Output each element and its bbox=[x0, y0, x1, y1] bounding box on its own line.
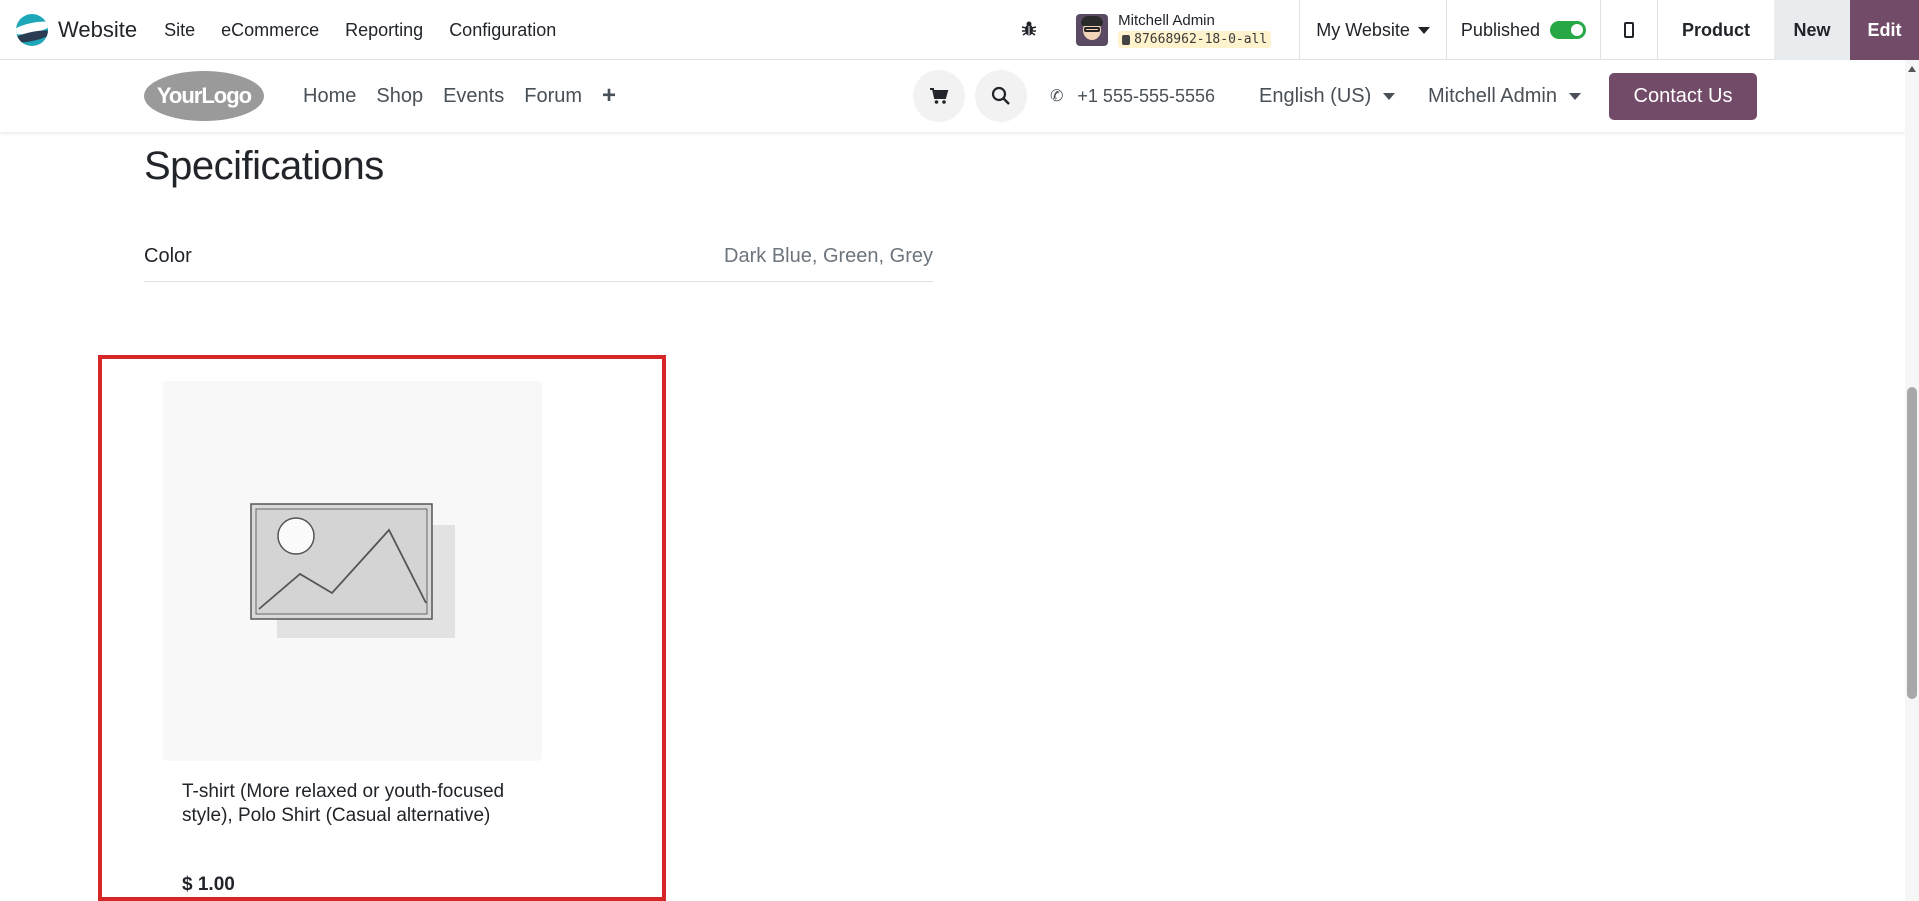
odoo-website-app-icon bbox=[16, 13, 48, 46]
account-dropdown[interactable]: Mitchell Admin bbox=[1428, 60, 1581, 132]
site-logo-text: YourLogo bbox=[156, 83, 252, 108]
phone-icon: ✆ bbox=[1050, 88, 1064, 105]
search-button[interactable] bbox=[975, 70, 1027, 122]
phone-link[interactable]: ✆ +1 555-555-5556 bbox=[1050, 60, 1215, 132]
language-selector[interactable]: English (US) bbox=[1259, 60, 1396, 132]
spec-row-color: Color Dark Blue, Green, Grey bbox=[144, 232, 933, 282]
product-image-placeholder[interactable] bbox=[163, 381, 542, 761]
product-name[interactable]: T-shirt (More relaxed or youth-focused s… bbox=[182, 780, 512, 828]
toggle-switch[interactable] bbox=[1549, 21, 1586, 39]
scroll-up-arrow-icon[interactable] bbox=[1908, 66, 1916, 72]
image-placeholder-icon bbox=[250, 503, 455, 638]
publish-toggle[interactable]: Published bbox=[1447, 20, 1600, 41]
edit-button[interactable]: Edit bbox=[1850, 0, 1919, 60]
admin-menu-ecommerce[interactable]: eCommerce bbox=[208, 0, 332, 60]
published-label: Published bbox=[1460, 19, 1540, 40]
language-label: English (US) bbox=[1259, 84, 1372, 107]
new-button[interactable]: New bbox=[1774, 0, 1850, 60]
nav-home[interactable]: Home bbox=[303, 85, 356, 108]
cart-button[interactable] bbox=[913, 70, 965, 122]
mobile-preview-icon[interactable] bbox=[1601, 0, 1657, 60]
spec-label: Color bbox=[144, 245, 192, 267]
spec-value: Dark Blue, Green, Grey bbox=[724, 245, 933, 267]
user-menu[interactable]: Mitchell Admin 87668962-18-0-all bbox=[1076, 12, 1272, 48]
website-switcher[interactable]: My Website bbox=[1300, 20, 1446, 41]
debug-bug-icon[interactable] bbox=[1019, 19, 1041, 41]
product-button[interactable]: Product bbox=[1658, 0, 1774, 60]
cart-icon bbox=[930, 88, 949, 104]
website-switcher-label: My Website bbox=[1316, 19, 1410, 40]
caret-down-icon bbox=[1568, 92, 1581, 100]
caret-down-icon bbox=[1417, 26, 1430, 34]
caret-down-icon bbox=[1383, 92, 1396, 100]
product-price: $ 1.00 bbox=[182, 874, 235, 895]
nav-events[interactable]: Events bbox=[443, 85, 504, 108]
phone-number: +1 555-555-5556 bbox=[1077, 85, 1216, 106]
app-name: Website bbox=[58, 16, 138, 42]
database-name: 87668962-18-0-all bbox=[1134, 32, 1268, 47]
avatar bbox=[1076, 14, 1109, 46]
database-icon bbox=[1122, 34, 1131, 45]
site-nav: Home Shop Events Forum + bbox=[293, 60, 616, 132]
add-menu-item-plus-icon[interactable]: + bbox=[602, 82, 616, 110]
admin-right-controls: Mitchell Admin 87668962-18-0-all My Webs… bbox=[1019, 0, 1919, 60]
user-name: Mitchell Admin bbox=[1118, 12, 1215, 29]
contact-us-button[interactable]: Contact Us bbox=[1609, 73, 1757, 120]
specifications-title: Specifications bbox=[144, 144, 384, 188]
database-badge: 87668962-18-0-all bbox=[1118, 31, 1272, 48]
admin-navbar: Website Site eCommerce Reporting Configu… bbox=[0, 0, 1919, 60]
search-icon bbox=[991, 86, 1010, 105]
admin-menu-site[interactable]: Site bbox=[151, 0, 208, 60]
site-logo[interactable]: YourLogo bbox=[144, 71, 264, 121]
scrollbar-thumb[interactable] bbox=[1907, 387, 1917, 699]
app-brand[interactable]: Website bbox=[16, 0, 137, 60]
nav-forum[interactable]: Forum bbox=[524, 85, 582, 108]
account-label: Mitchell Admin bbox=[1428, 84, 1557, 107]
admin-menu-configuration[interactable]: Configuration bbox=[436, 0, 569, 60]
admin-menu-reporting[interactable]: Reporting bbox=[332, 0, 436, 60]
nav-shop[interactable]: Shop bbox=[376, 85, 423, 108]
admin-menu: Site eCommerce Reporting Configuration bbox=[151, 0, 569, 60]
website-header: YourLogo Home Shop Events Forum + ✆ +1 5… bbox=[0, 60, 1905, 132]
